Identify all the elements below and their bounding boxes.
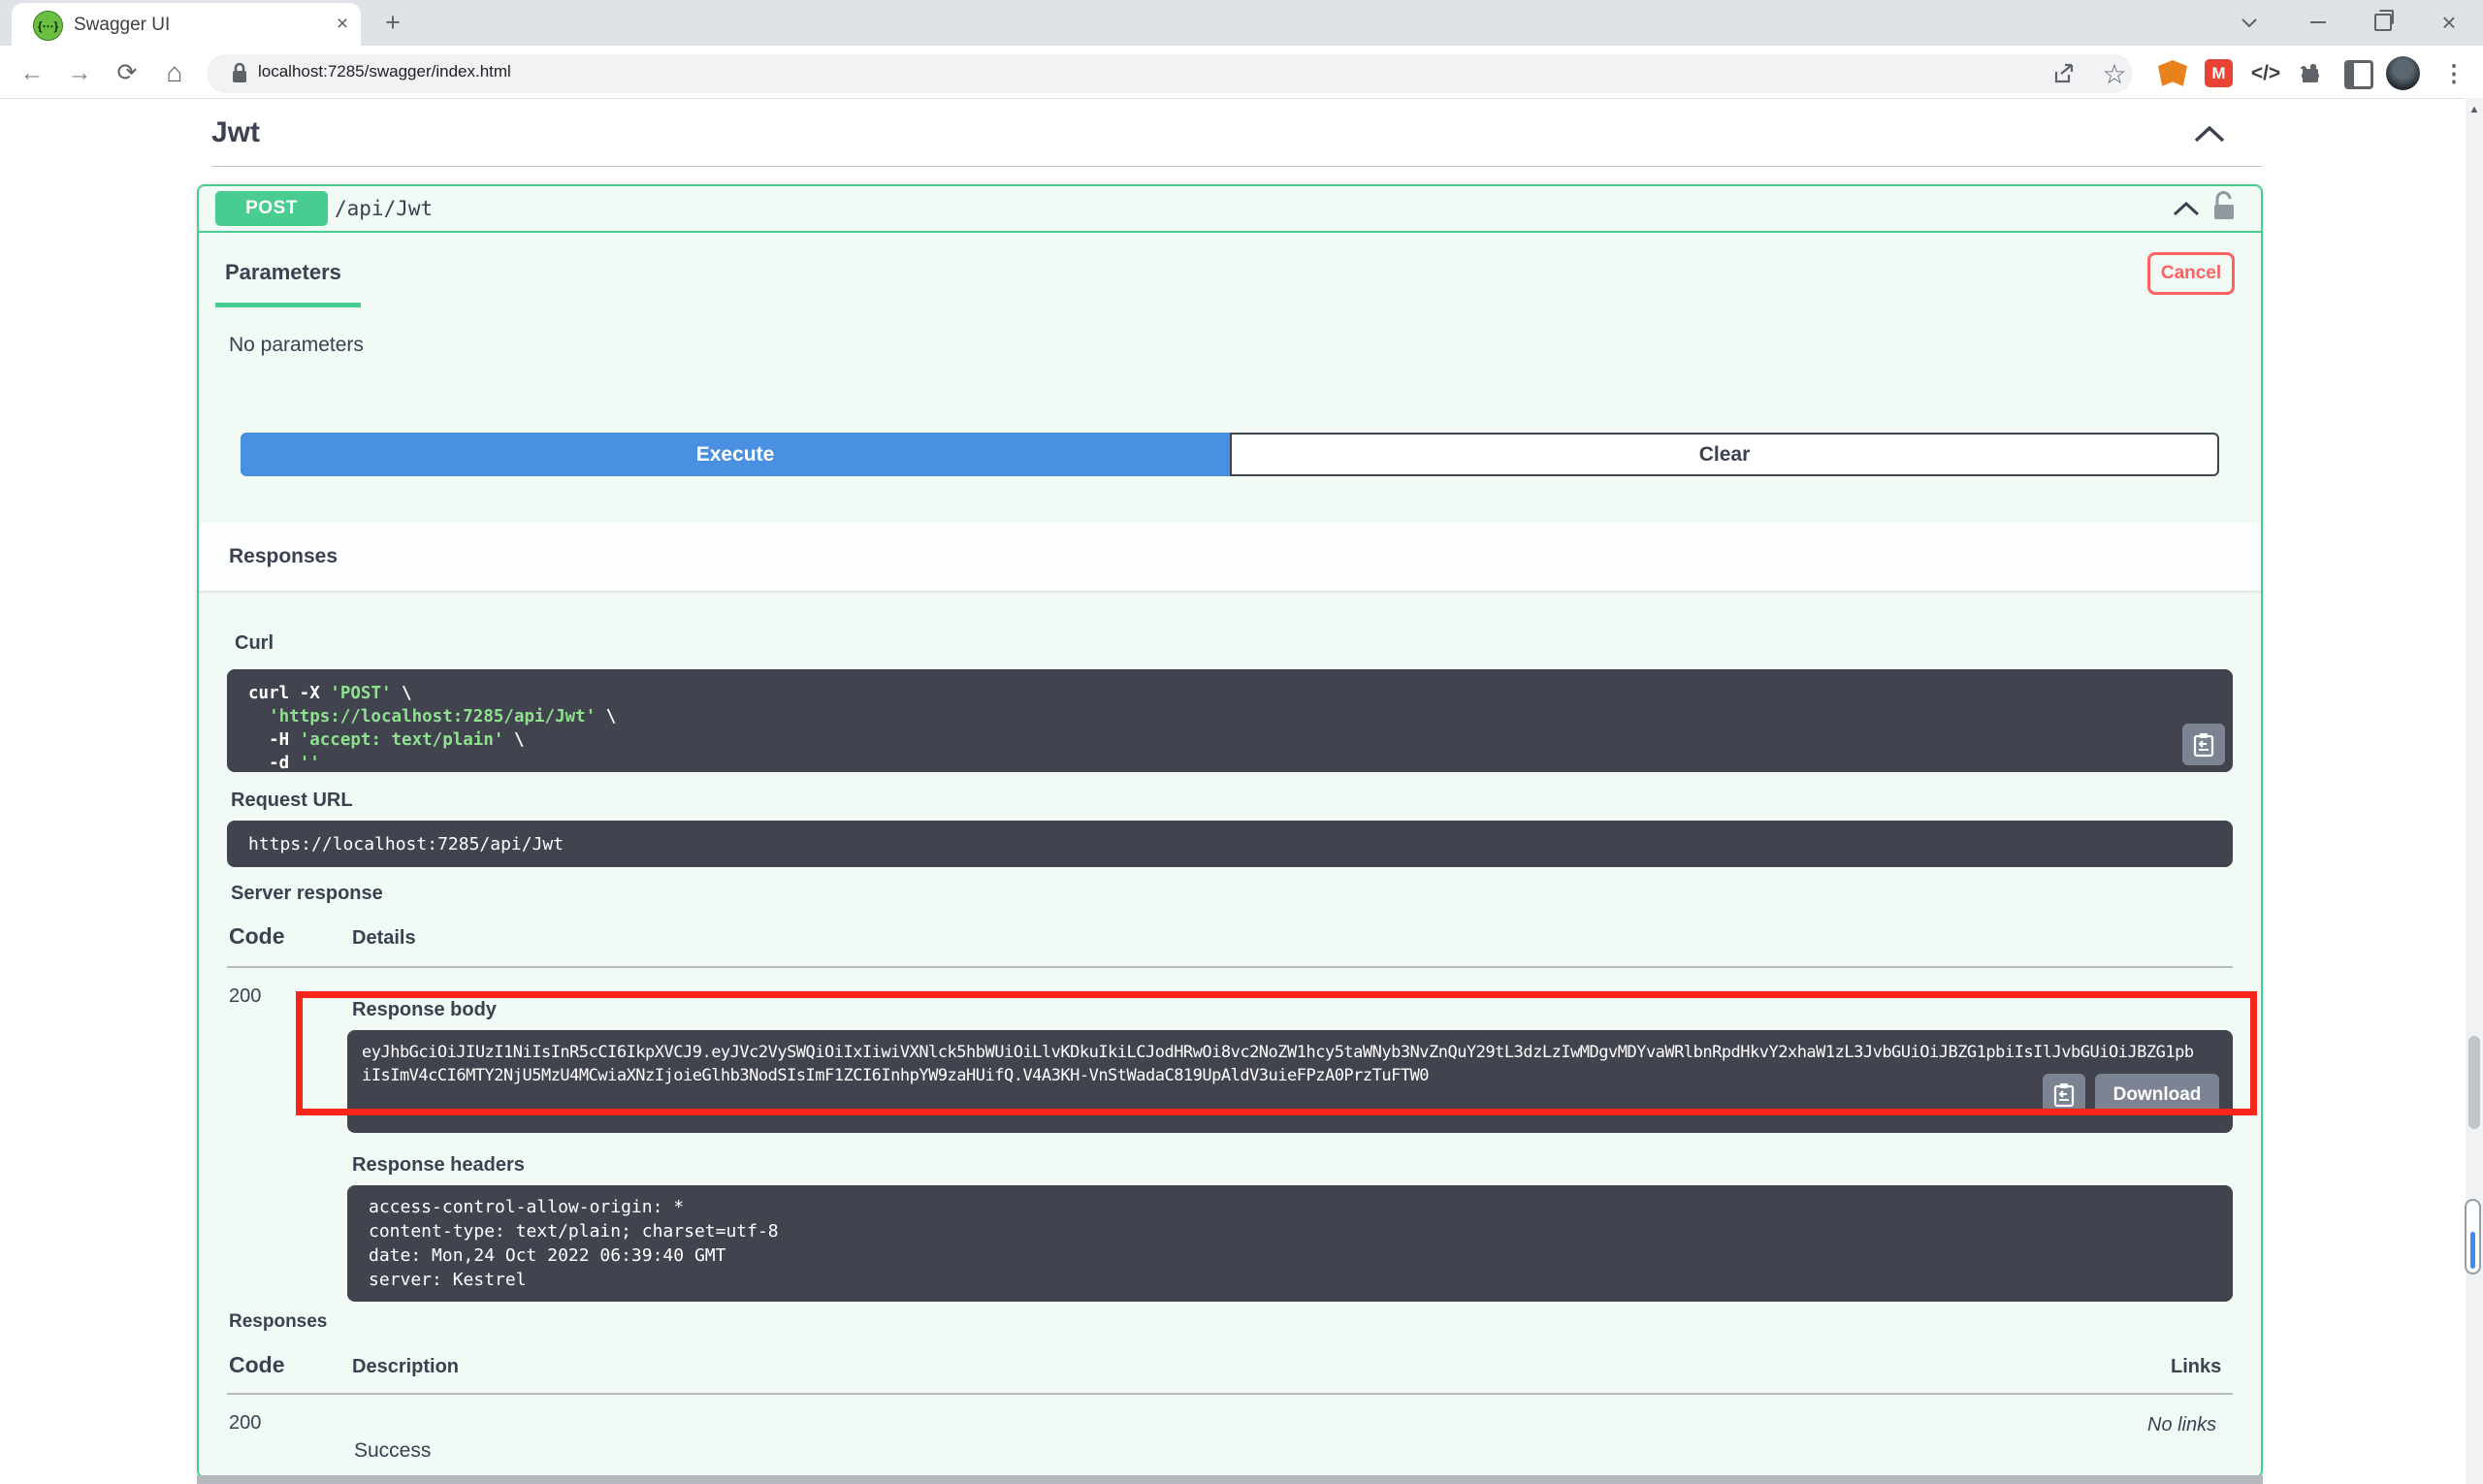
response-header-line: access-control-allow-origin: * <box>369 1195 2211 1219</box>
doc-links-header: Links <box>2171 1356 2221 1378</box>
doc-row-description: Success <box>354 1439 431 1463</box>
response-body-label: Response body <box>352 999 497 1021</box>
cancel-button[interactable]: Cancel <box>2147 252 2235 295</box>
server-response-details-header: Details <box>352 927 416 950</box>
tab-close-icon[interactable]: × <box>330 12 355 37</box>
server-response-code-header: Code <box>229 923 285 950</box>
curl-line: curl -X 'POST' \ <box>248 682 2211 705</box>
curl-copy-button[interactable] <box>2182 724 2225 765</box>
endpoint-collapse-chevron-icon[interactable] <box>2173 202 2200 216</box>
browser-menu-dots-icon[interactable]: ⋮ <box>2442 58 2466 89</box>
server-response-label: Server response <box>231 883 383 905</box>
endpoint-path: /api/Jwt <box>335 197 433 220</box>
doc-description-header: Description <box>352 1356 459 1378</box>
jwt-token-line2: iIsImV4cCI6MTY2NjU5MzU4MCwiaXNzIjoieGlhb… <box>362 1065 2218 1088</box>
forward-button[interactable]: → <box>63 56 96 89</box>
profile-avatar[interactable] <box>2386 56 2420 90</box>
window-close-button[interactable]: × <box>2431 4 2467 41</box>
api-group-title: Jwt <box>211 116 260 149</box>
tab-search-chevron-icon[interactable] <box>2231 4 2268 41</box>
response-header-line: server: Kestrel <box>369 1268 2211 1292</box>
share-icon[interactable] <box>2048 59 2080 88</box>
http-method-badge: POST <box>215 191 328 226</box>
extensions-puzzle-icon[interactable] <box>2296 58 2327 89</box>
next-section-edge <box>197 1475 2263 1484</box>
curl-command-block: curl -X 'POST' \ 'https://localhost:7285… <box>227 669 2233 772</box>
curl-label: Curl <box>235 632 274 655</box>
curl-line: -d '' <box>248 752 2211 775</box>
site-lock-icon[interactable] <box>231 61 248 84</box>
response-headers-label: Response headers <box>352 1154 525 1177</box>
side-panel-icon[interactable] <box>2344 60 2373 89</box>
no-parameters-text: No parameters <box>229 334 364 357</box>
download-button[interactable]: Download <box>2095 1074 2219 1115</box>
window-minimize-button[interactable] <box>2300 4 2337 41</box>
response-headers-block: access-control-allow-origin: *content-ty… <box>347 1185 2233 1302</box>
server-response-status-code: 200 <box>229 985 261 1008</box>
gmail-extension-icon[interactable]: M <box>2205 59 2233 87</box>
window-restore-button[interactable] <box>2365 4 2402 41</box>
request-url-value: https://localhost:7285/api/Jwt <box>248 834 564 855</box>
code-extension-icon[interactable]: </> <box>2242 59 2289 88</box>
section-divider <box>211 166 2262 167</box>
endpoint-summary-row[interactable] <box>197 184 2263 233</box>
browser-window: {⋯} Swagger UI × + × ← → ⟳ ⌂ localhost:7… <box>0 0 2483 1484</box>
scroll-indicator-widget[interactable] <box>2465 1199 2481 1274</box>
scrollbar-track[interactable] <box>2466 98 2483 1484</box>
execute-button[interactable]: Execute <box>241 433 1230 476</box>
table-divider <box>227 966 2233 968</box>
browser-tab-bar: {⋯} Swagger UI × + × <box>0 0 2483 46</box>
curl-line: 'https://localhost:7285/api/Jwt' \ <box>248 705 2211 728</box>
scrollbar-thumb[interactable] <box>2468 1036 2480 1129</box>
response-header-line: content-type: text/plain; charset=utf-8 <box>369 1219 2211 1243</box>
scrollbar-up-arrow[interactable]: ▲ <box>2466 101 2483 118</box>
authorization-open-lock-icon[interactable] <box>2211 191 2237 222</box>
curl-line: -H 'accept: text/plain' \ <box>248 728 2211 752</box>
doc-row-links: No links <box>2147 1414 2216 1436</box>
jwt-token-line1: eyJhbGciOiJIUzI1NiIsInR5cCI6IkpXVCJ9.eyJ… <box>362 1042 2218 1065</box>
reload-button[interactable]: ⟳ <box>111 56 144 89</box>
request-url-label: Request URL <box>231 790 353 812</box>
group-collapse-chevron-icon[interactable] <box>2194 126 2225 143</box>
request-url-block: https://localhost:7285/api/Jwt <box>227 821 2233 867</box>
doc-code-header: Code <box>229 1352 285 1378</box>
responses-section-title: Responses <box>229 545 338 568</box>
tab-parameters[interactable]: Parameters <box>225 260 341 285</box>
response-header-line: date: Mon,24 Oct 2022 06:39:40 GMT <box>369 1243 2211 1268</box>
home-button[interactable]: ⌂ <box>158 56 191 89</box>
clear-button[interactable]: Clear <box>1230 433 2219 476</box>
url-text: localhost:7285/swagger/index.html <box>258 62 511 81</box>
tab-title: Swagger UI <box>74 15 170 36</box>
swagger-favicon-icon: {⋯} <box>33 11 63 41</box>
active-tab-underline <box>215 303 361 307</box>
response-body-block: eyJhbGciOiJIUzI1NiIsInR5cCI6IkpXVCJ9.eyJ… <box>347 1030 2233 1133</box>
responses-doc-label: Responses <box>229 1311 327 1333</box>
new-tab-button[interactable]: + <box>378 8 407 37</box>
back-button[interactable]: ← <box>16 56 48 89</box>
doc-row-code: 200 <box>229 1412 261 1435</box>
responses-section-header: Responses <box>199 523 2261 592</box>
bookmark-star-icon[interactable]: ☆ <box>2098 58 2131 89</box>
table-divider <box>227 1393 2233 1395</box>
browser-tab[interactable]: {⋯} Swagger UI × <box>12 3 361 46</box>
response-copy-button[interactable] <box>2043 1074 2085 1115</box>
